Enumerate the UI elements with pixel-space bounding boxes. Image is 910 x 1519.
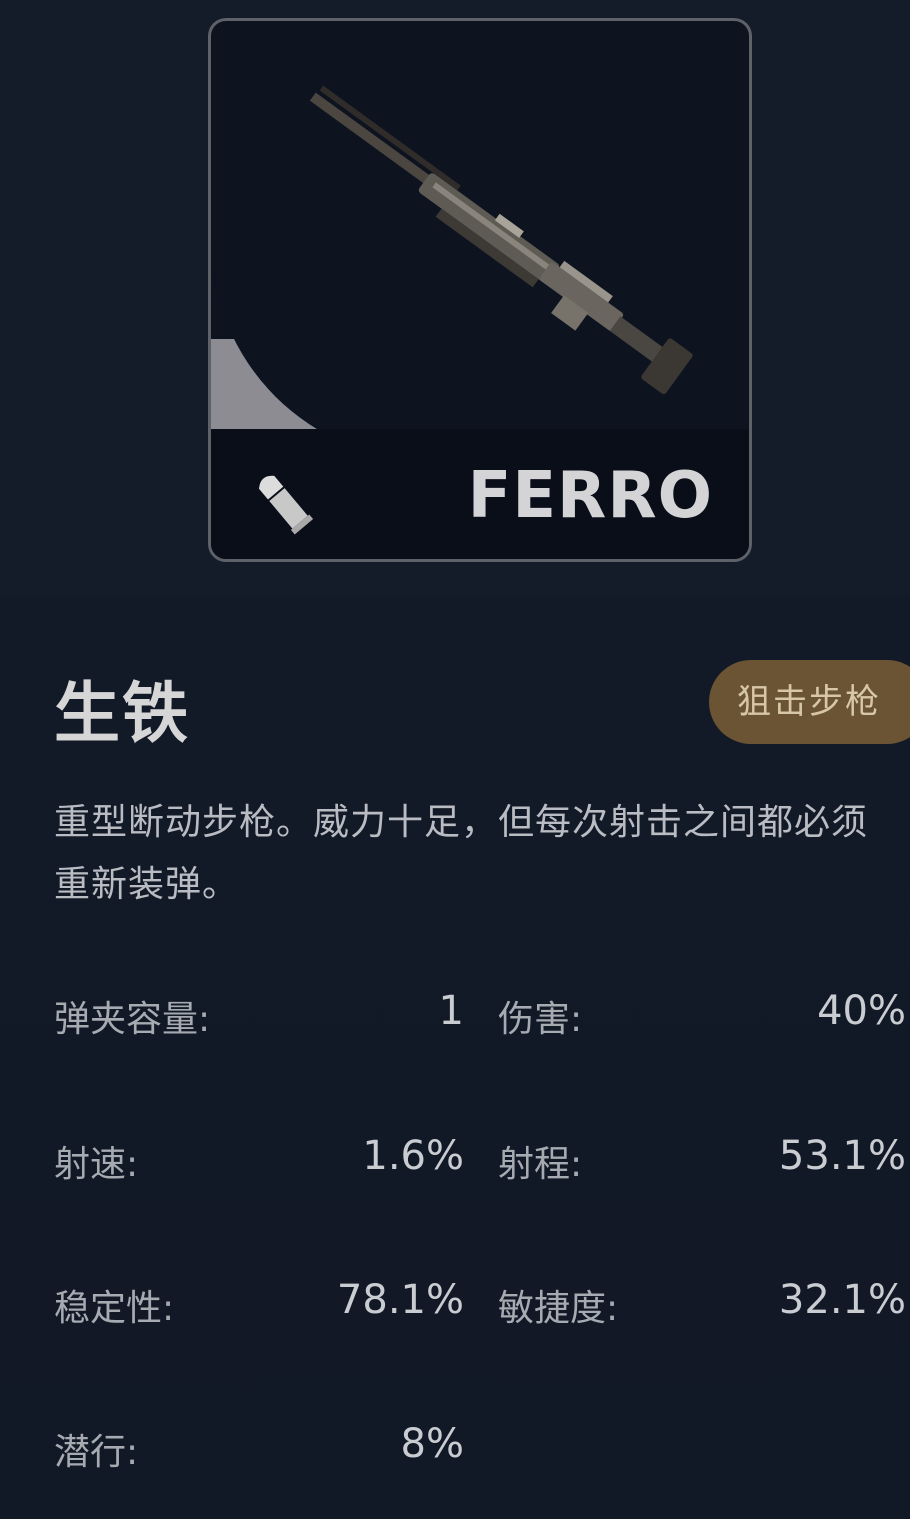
stat-damage-value: 40% <box>817 988 906 1034</box>
weapon-card[interactable]: FERRO <box>208 18 752 562</box>
weapon-title: 生铁 <box>54 675 190 752</box>
stat-agility-value: 32.1% <box>778 1277 906 1323</box>
stat-damage-label: 伤害: <box>498 999 583 1040</box>
stat-agility-label: 敏捷度: <box>498 1288 619 1329</box>
stat-range-value: 53.1% <box>778 1133 906 1179</box>
bullet-icon <box>258 475 314 535</box>
stat-magazine-label: 弹夹容量: <box>54 999 211 1040</box>
weapon-description: 重型断动步枪。威力十足，但每次射击之间都必须重新装弹。 <box>54 802 869 905</box>
weapon-type-badge: 狙击步枪 <box>709 660 910 744</box>
stat-stealth-label: 潜行: <box>54 1432 139 1473</box>
weapon-detail-page: FERRO 生铁 狙击步枪 重型断动步枪。威力十足，但每次射击之间都必须重新装弹… <box>0 0 910 1519</box>
stat-stability-label: 稳定性: <box>54 1288 175 1329</box>
stat-fire-rate-value: 1.6% <box>362 1133 464 1179</box>
card-weapon-name: FERRO <box>467 459 713 533</box>
stat-fire-rate-label: 射速: <box>54 1144 139 1185</box>
stat-magazine-value: 1 <box>438 988 464 1034</box>
rifle-image <box>309 85 693 395</box>
stat-stealth-value: 8% <box>400 1421 464 1467</box>
stat-stability-value: 78.1% <box>336 1277 464 1323</box>
stat-range-label: 射程: <box>498 1144 583 1185</box>
